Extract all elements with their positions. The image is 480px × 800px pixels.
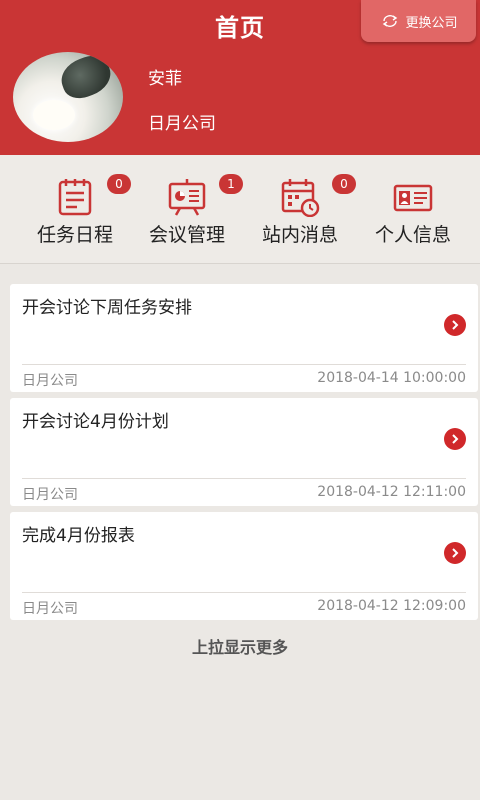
task-title: 完成4月份报表 [22, 526, 135, 546]
task-company: 日月公司 [22, 487, 78, 503]
switch-company-button[interactable]: 更换公司 [361, 0, 476, 42]
id-card-icon [393, 184, 433, 212]
avatar[interactable] [13, 52, 123, 142]
nav-label-task-schedule: 任务日程 [36, 224, 113, 246]
quick-nav: 0 任务日程 1 会议管理 0 站内消息 个人信息 [0, 155, 480, 264]
user-name: 安菲 [148, 69, 182, 89]
nav-item-meeting-management[interactable]: 1 会议管理 [127, 155, 247, 263]
task-datetime: 2018-04-12 12:09:00 [317, 598, 466, 614]
nav-label-meeting-management: 会议管理 [148, 224, 225, 246]
divider [22, 478, 466, 479]
nav-label-personal-info: 个人信息 [374, 224, 451, 246]
refresh-icon [383, 15, 398, 27]
switch-company-label: 更换公司 [405, 15, 458, 31]
task-calendar-icon [58, 179, 92, 216]
divider [22, 592, 466, 593]
task-company: 日月公司 [22, 601, 78, 617]
chevron-right-icon[interactable] [444, 542, 466, 564]
task-card[interactable]: 开会讨论下周任务安排 日月公司 2018-04-14 10:00:00 [10, 284, 478, 392]
task-card[interactable]: 开会讨论4月份计划 日月公司 2018-04-12 12:11:00 [10, 398, 478, 506]
user-company: 日月公司 [148, 114, 216, 134]
calendar-clock-icon [281, 179, 320, 217]
presentation-board-icon [168, 179, 206, 216]
load-more-hint: 上拉显示更多 [191, 638, 288, 657]
task-datetime: 2018-04-12 12:11:00 [317, 484, 466, 500]
avatar-leaf [56, 52, 116, 104]
chevron-right-icon[interactable] [444, 314, 466, 336]
nav-item-task-schedule[interactable]: 0 任务日程 [15, 155, 135, 263]
nav-item-personal-info[interactable]: 个人信息 [353, 155, 473, 263]
task-title: 开会讨论4月份计划 [22, 412, 169, 432]
task-title: 开会讨论下周任务安排 [22, 298, 192, 318]
chevron-right-icon[interactable] [444, 428, 466, 450]
divider [22, 364, 466, 365]
task-card[interactable]: 完成4月份报表 日月公司 2018-04-12 12:09:00 [10, 512, 478, 620]
task-datetime: 2018-04-14 10:00:00 [317, 370, 466, 386]
header-bar: 首页 更换公司 安菲 日月公司 [0, 0, 480, 155]
nav-item-messages[interactable]: 0 站内消息 [240, 155, 360, 263]
task-company: 日月公司 [22, 373, 78, 389]
avatar-flower [33, 100, 75, 130]
nav-label-messages: 站内消息 [261, 224, 338, 246]
